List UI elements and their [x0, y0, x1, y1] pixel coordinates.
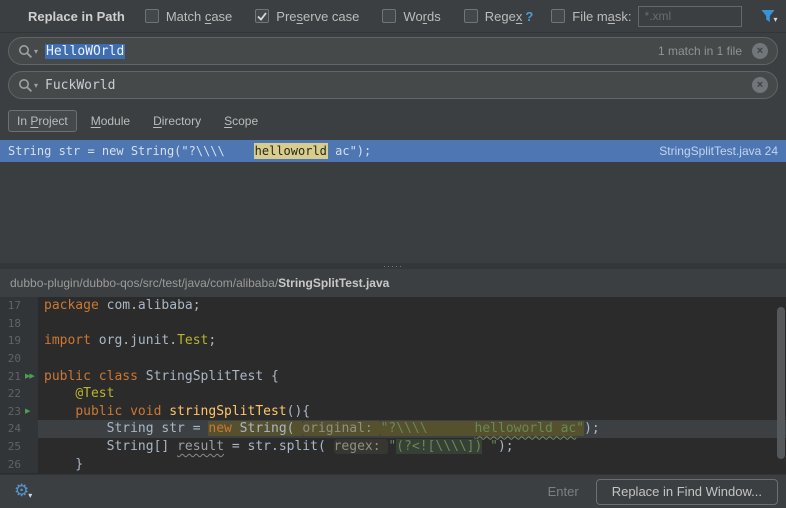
results-list-area[interactable]	[0, 162, 786, 263]
tab-module[interactable]: Module	[82, 110, 139, 132]
checkbox-box	[255, 9, 270, 23]
replace-in-path-dialog: Replace in Path Match case Preserve case…	[0, 0, 786, 508]
gutter-cell: 26	[0, 455, 38, 473]
replace-input[interactable]: FuckWorld	[45, 78, 752, 93]
checkbox-box	[144, 9, 159, 23]
line-number: 22	[7, 387, 21, 401]
code-text: @Test	[75, 386, 115, 402]
code-text: String str = new String( original: "?\\\…	[38, 420, 786, 438]
checkbox-match-case[interactable]: Match case	[144, 9, 232, 24]
gutter-cell: 17	[0, 297, 38, 315]
editor-line[interactable]: 20	[0, 349, 786, 368]
gutter-cell: 23 ▶	[0, 402, 38, 421]
checkbox-file-mask[interactable]: File mask:	[551, 9, 632, 24]
line-number: 20	[7, 352, 21, 366]
replace-in-find-window-button[interactable]: Replace in Find Window...	[595, 478, 778, 505]
editor-line[interactable]: 21 ▶▶ public class StringSplitTest {	[0, 367, 786, 385]
line-number: 18	[7, 316, 21, 330]
code-text: public class StringSplitTest {	[44, 368, 279, 384]
run-class-icon[interactable]: ▶▶	[25, 372, 35, 380]
line-number: 25	[7, 440, 21, 454]
editor-line[interactable]: 17 package com.alibaba;	[0, 297, 786, 315]
checkbox-preserve-case[interactable]: Preserve case	[255, 9, 359, 24]
editor-line[interactable]: 19 import org.junit. Test;	[0, 332, 786, 350]
line-number: 26	[7, 457, 21, 471]
editor-line[interactable]: 22 @Test	[0, 384, 786, 403]
checkbox-regex[interactable]: Regex ?	[463, 9, 533, 24]
editor-line[interactable]: 26 }	[0, 455, 786, 473]
checkbox-box	[463, 9, 478, 23]
breadcrumb: dubbo-plugin/dubbo-qos/src/test/java/com…	[0, 269, 786, 297]
checkmark-icon	[257, 11, 268, 21]
checkbox-words[interactable]: Words	[382, 9, 441, 24]
code-preview-editor[interactable]: 17 package com.alibaba; 18 19 import org.jun…	[0, 297, 786, 474]
editor-line[interactable]: 18	[0, 314, 786, 333]
enter-shortcut-hint: Enter	[547, 484, 579, 499]
gutter-cell: 22	[0, 384, 38, 403]
dialog-header: Replace in Path Match case Preserve case…	[0, 0, 786, 33]
code-text: }	[44, 456, 84, 472]
scope-tabs: In Project Module Directory Scope	[8, 109, 267, 133]
code-text: public void stringSplitTest(){	[75, 403, 311, 419]
chevron-down-icon: ▾	[34, 80, 39, 90]
replace-history-button[interactable]: ▾	[18, 78, 38, 93]
search-icon	[19, 44, 33, 58]
code-text: package com.alibaba;	[44, 298, 201, 314]
gutter-cell: 21 ▶▶	[0, 367, 38, 385]
editor-scrollbar[interactable]	[777, 307, 785, 459]
selected-text: HelloWOrld	[45, 43, 126, 59]
search-input[interactable]: HelloWOrld	[45, 43, 658, 59]
editor-line[interactable]: 25 String[] result = str.split( regex: "…	[0, 437, 786, 456]
search-result-row[interactable]: String str = new String("?\\\\ helloworl…	[0, 140, 786, 162]
clear-replace-button[interactable]: ×	[752, 77, 768, 93]
line-number: 23	[7, 404, 21, 418]
match-count-label: 1 match in 1 file	[657, 44, 742, 58]
dialog-footer: ⚙ ▾ Enter Replace in Find Window...	[0, 474, 786, 508]
editor-line[interactable]: 23 ▶ public void stringSplitTest(){	[0, 402, 786, 421]
line-number: 21	[7, 369, 21, 383]
chevron-down-icon: ▾	[34, 46, 39, 56]
gear-icon: ⚙	[14, 481, 30, 501]
settings-button[interactable]: ⚙ ▾	[14, 481, 33, 501]
checkbox-box	[382, 9, 397, 23]
regex-help-link[interactable]: ?	[525, 9, 533, 24]
gutter-cell: 24	[0, 420, 38, 438]
replace-field[interactable]: ▾ FuckWorld ×	[8, 71, 778, 99]
search-icon	[19, 78, 33, 92]
gutter-cell: 18	[0, 314, 38, 333]
code-text: import org.junit. Test;	[44, 333, 217, 349]
code-text: String[] result = str.split( regex: " (?<…	[44, 439, 514, 455]
run-method-icon[interactable]: ▶	[25, 407, 30, 415]
search-field[interactable]: ▾ HelloWOrld 1 match in 1 file ×	[8, 37, 778, 65]
breadcrumb-file[interactable]: StringSplitTest.java	[278, 276, 389, 290]
gutter-cell: 19	[0, 332, 38, 350]
chevron-down-icon: ▾	[28, 491, 33, 500]
gutter-cell: 25	[0, 437, 38, 456]
result-file-reference: StringSplitTest.java 24	[659, 144, 778, 158]
line-number: 24	[7, 422, 21, 436]
file-mask-input[interactable]	[637, 5, 742, 27]
editor-lines: 17 package com.alibaba; 18 19 import org.jun…	[0, 297, 786, 473]
line-number: 19	[7, 334, 21, 348]
gutter-cell: 20	[0, 349, 38, 368]
tab-directory[interactable]: Directory	[144, 110, 210, 132]
tab-in-project[interactable]: In Project	[8, 110, 77, 132]
checkbox-box	[551, 9, 566, 23]
filter-search-results-button[interactable]: ▾	[760, 9, 778, 24]
editor-line[interactable]: 24 String str = new String( original: "?…	[0, 420, 786, 438]
breadcrumb-path[interactable]: dubbo-plugin/dubbo-qos/src/test/java/com…	[10, 276, 278, 290]
match-highlight: helloworld	[253, 143, 328, 159]
tab-scope[interactable]: Scope	[215, 110, 267, 132]
line-number: 17	[7, 299, 21, 313]
search-history-button[interactable]: ▾	[18, 44, 38, 59]
chevron-down-icon: ▾	[773, 15, 778, 24]
clear-search-button[interactable]: ×	[752, 43, 768, 59]
dialog-title: Replace in Path	[28, 8, 125, 24]
